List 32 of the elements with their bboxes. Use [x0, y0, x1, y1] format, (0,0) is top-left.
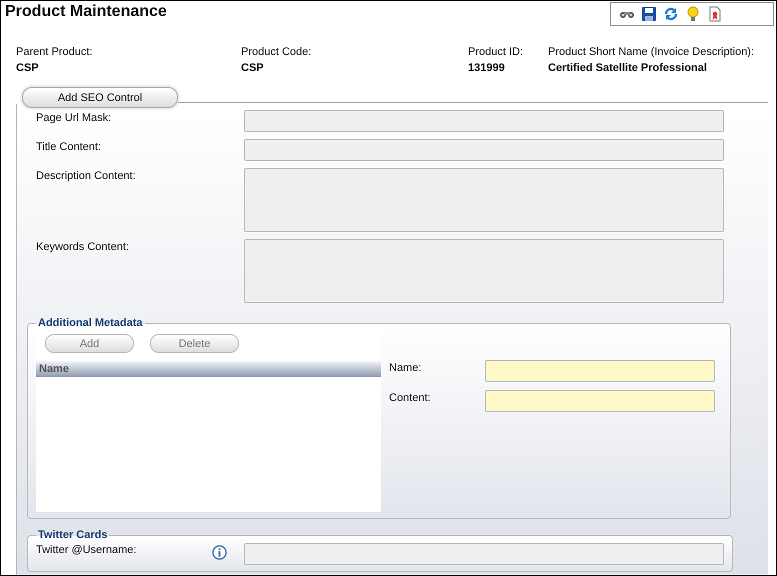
field-label: Product Short Name (Invoice Description):	[548, 46, 756, 58]
field-value: CSP	[16, 62, 40, 74]
save-icon[interactable]	[641, 6, 657, 22]
info-icon[interactable]	[212, 545, 227, 560]
field-label: Product Code:	[241, 46, 312, 58]
input-field[interactable]	[244, 543, 724, 565]
field-label: Title Content:	[35, 140, 102, 155]
field-value: Certified Satellite Professional	[548, 62, 708, 74]
group-legend: Twitter Cards	[36, 529, 110, 541]
refresh-icon[interactable]	[663, 6, 679, 22]
field-value: CSP	[241, 62, 265, 74]
input-field[interactable]	[244, 110, 724, 132]
field-label: Twitter @Username:	[36, 544, 138, 556]
text-area[interactable]	[244, 239, 724, 303]
column-header[interactable]: Name	[36, 361, 381, 377]
lightbulb-icon[interactable]	[685, 6, 701, 22]
document-icon[interactable]	[707, 6, 723, 22]
field-label: Keywords Content:	[35, 240, 130, 255]
input-field[interactable]	[485, 390, 715, 412]
text-area[interactable]	[244, 168, 724, 232]
field-label: Description Content:	[35, 169, 137, 184]
field-label: Parent Product:	[16, 46, 94, 58]
field-label: Product ID:	[468, 46, 524, 58]
field-label: Page Url Mask:	[35, 111, 112, 126]
input-field[interactable]	[244, 139, 724, 161]
field-value: 131999	[468, 62, 506, 74]
window-title: Product Maintenance	[5, 3, 167, 21]
field-label: Name:	[388, 362, 422, 374]
add-seo-control-tab[interactable]: Add SEO Control	[22, 87, 178, 108]
field-label: Content:	[388, 392, 432, 404]
group-legend: Additional Metadata	[36, 317, 145, 329]
input-field[interactable]	[485, 360, 715, 382]
